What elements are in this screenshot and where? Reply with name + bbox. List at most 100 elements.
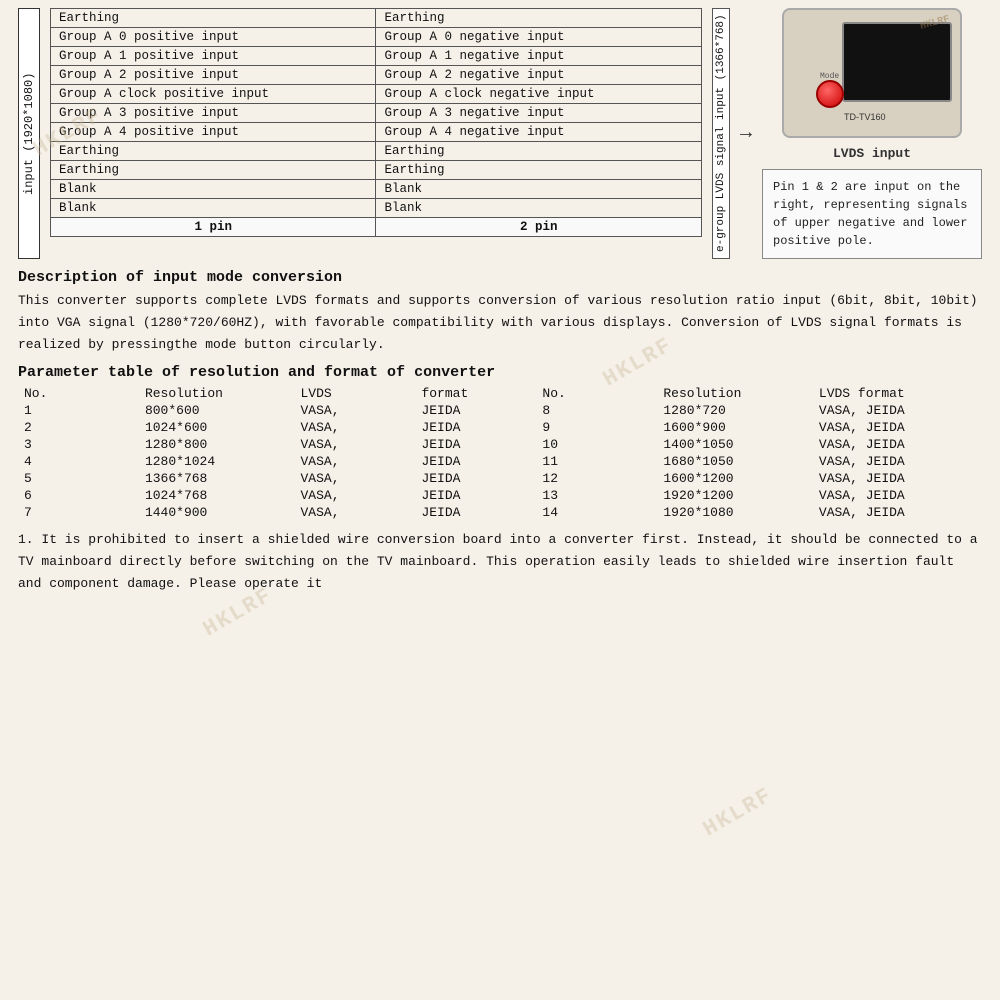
param-cell-2-5: 1400*1050 bbox=[657, 436, 813, 453]
pin-footer-col1: 1 pin bbox=[51, 218, 376, 237]
pin-table-row: Group A 4 positive inputGroup A 4 negati… bbox=[51, 123, 702, 142]
param-header-6: LVDS format bbox=[813, 385, 982, 402]
pin-cell-7-0: Earthing bbox=[51, 142, 376, 161]
param-data-row-2: 31280*800VASA,JEIDA101400*1050VASA, JEID… bbox=[18, 436, 982, 453]
param-header-0: No. bbox=[18, 385, 139, 402]
pin-table: EarthingEarthingGroup A 0 positive input… bbox=[50, 8, 702, 237]
pin-table-row: BlankBlank bbox=[51, 199, 702, 218]
param-cell-2-4: 10 bbox=[536, 436, 657, 453]
pin-table-row: EarthingEarthing bbox=[51, 161, 702, 180]
param-cell-5-5: 1920*1200 bbox=[657, 487, 813, 504]
pin-cell-3-1: Group A 2 negative input bbox=[376, 66, 702, 85]
param-cell-3-6: VASA, JEIDA bbox=[813, 453, 982, 470]
pin-table-row: Group A 3 positive inputGroup A 3 negati… bbox=[51, 104, 702, 123]
param-cell-2-0: 3 bbox=[18, 436, 139, 453]
pin-cell-4-0: Group A clock positive input bbox=[51, 85, 376, 104]
param-cell-2-3: JEIDA bbox=[415, 436, 536, 453]
device-illustration: HKLRF Mode TD-TV160 bbox=[782, 8, 962, 138]
param-cell-3-1: 1280*1024 bbox=[139, 453, 295, 470]
pin-cell-8-1: Earthing bbox=[376, 161, 702, 180]
pin-cell-7-1: Earthing bbox=[376, 142, 702, 161]
description-title: Description of input mode conversion bbox=[18, 269, 982, 286]
param-cell-3-3: JEIDA bbox=[415, 453, 536, 470]
device-model-label: TD-TV160 bbox=[844, 112, 886, 122]
param-cell-0-4: 8 bbox=[536, 402, 657, 419]
device-mode-text: Mode bbox=[820, 72, 839, 81]
param-cell-0-6: VASA, JEIDA bbox=[813, 402, 982, 419]
param-header-row: No.ResolutionLVDSformatNo.ResolutionLVDS… bbox=[18, 385, 982, 402]
pin-cell-10-1: Blank bbox=[376, 199, 702, 218]
param-header-5: Resolution bbox=[657, 385, 813, 402]
watermark-4: HKLRF bbox=[699, 783, 777, 843]
param-cell-0-3: JEIDA bbox=[415, 402, 536, 419]
param-cell-3-0: 4 bbox=[18, 453, 139, 470]
param-header-4: No. bbox=[536, 385, 657, 402]
param-cell-1-2: VASA, bbox=[295, 419, 416, 436]
param-cell-5-0: 6 bbox=[18, 487, 139, 504]
param-data-row-3: 41280*1024VASA,JEIDA111680*1050VASA, JEI… bbox=[18, 453, 982, 470]
param-cell-1-4: 9 bbox=[536, 419, 657, 436]
pin-footer-row: 1 pin 2 pin bbox=[51, 218, 702, 237]
description-body: This converter supports complete LVDS fo… bbox=[18, 290, 982, 356]
param-cell-6-4: 14 bbox=[536, 504, 657, 521]
param-cell-1-5: 1600*900 bbox=[657, 419, 813, 436]
device-button bbox=[816, 80, 844, 108]
pin-table-row: BlankBlank bbox=[51, 180, 702, 199]
parameter-table: No.ResolutionLVDSformatNo.ResolutionLVDS… bbox=[18, 385, 982, 521]
pin-cell-8-0: Earthing bbox=[51, 161, 376, 180]
lvds-signal-label: e-group LVDS signal input (1366*768) bbox=[712, 8, 730, 259]
pin-cell-9-1: Blank bbox=[376, 180, 702, 199]
pin-table-row: EarthingEarthing bbox=[51, 9, 702, 28]
device-screen bbox=[842, 22, 952, 102]
notes-text: 1. It is prohibited to insert a shielded… bbox=[18, 529, 982, 595]
param-cell-1-3: JEIDA bbox=[415, 419, 536, 436]
pin-cell-0-0: Earthing bbox=[51, 9, 376, 28]
param-data-row-4: 51366*768VASA,JEIDA121600*1200VASA, JEID… bbox=[18, 470, 982, 487]
param-data-row-6: 71440*900VASA,JEIDA141920*1080VASA, JEID… bbox=[18, 504, 982, 521]
param-cell-2-1: 1280*800 bbox=[139, 436, 295, 453]
param-cell-1-1: 1024*600 bbox=[139, 419, 295, 436]
param-cell-2-6: VASA, JEIDA bbox=[813, 436, 982, 453]
param-header-3: format bbox=[415, 385, 536, 402]
arrow-right: → bbox=[740, 122, 752, 145]
param-cell-1-6: VASA, JEIDA bbox=[813, 419, 982, 436]
pin-table-row: Group A clock positive inputGroup A cloc… bbox=[51, 85, 702, 104]
page-content: input (1920*1080) EarthingEarthingGroup … bbox=[0, 0, 1000, 604]
pin-table-row: Group A 2 positive inputGroup A 2 negati… bbox=[51, 66, 702, 85]
pin-table-row: Group A 0 positive inputGroup A 0 negati… bbox=[51, 28, 702, 47]
param-cell-6-6: VASA, JEIDA bbox=[813, 504, 982, 521]
note-box: Pin 1 & 2 are input on the right, repres… bbox=[762, 169, 982, 259]
param-cell-5-4: 13 bbox=[536, 487, 657, 504]
param-cell-4-4: 12 bbox=[536, 470, 657, 487]
pin-footer-col2: 2 pin bbox=[376, 218, 702, 237]
pin-cell-0-1: Earthing bbox=[376, 9, 702, 28]
pin-cell-2-1: Group A 1 negative input bbox=[376, 47, 702, 66]
pin-cell-10-0: Blank bbox=[51, 199, 376, 218]
lvds-input-label: LVDS input bbox=[833, 146, 911, 161]
param-cell-6-5: 1920*1080 bbox=[657, 504, 813, 521]
param-cell-4-2: VASA, bbox=[295, 470, 416, 487]
top-section: input (1920*1080) EarthingEarthingGroup … bbox=[18, 8, 982, 259]
param-cell-4-5: 1600*1200 bbox=[657, 470, 813, 487]
pin-table-row: Group A 1 positive inputGroup A 1 negati… bbox=[51, 47, 702, 66]
param-data-row-5: 61024*768VASA,JEIDA131920*1200VASA, JEID… bbox=[18, 487, 982, 504]
pin-cell-5-1: Group A 3 negative input bbox=[376, 104, 702, 123]
param-cell-0-1: 800*600 bbox=[139, 402, 295, 419]
param-cell-1-0: 2 bbox=[18, 419, 139, 436]
left-label: input (1920*1080) bbox=[18, 8, 40, 259]
param-cell-4-6: VASA, JEIDA bbox=[813, 470, 982, 487]
param-header-2: LVDS bbox=[295, 385, 416, 402]
param-cell-4-1: 1366*768 bbox=[139, 470, 295, 487]
param-cell-0-5: 1280*720 bbox=[657, 402, 813, 419]
param-cell-6-1: 1440*900 bbox=[139, 504, 295, 521]
param-cell-3-4: 11 bbox=[536, 453, 657, 470]
pin-cell-2-0: Group A 1 positive input bbox=[51, 47, 376, 66]
param-cell-5-2: VASA, bbox=[295, 487, 416, 504]
parameter-title: Parameter table of resolution and format… bbox=[18, 364, 982, 381]
param-data-row-0: 1800*600VASA,JEIDA81280*720VASA, JEIDA bbox=[18, 402, 982, 419]
param-data-row-1: 21024*600VASA,JEIDA91600*900VASA, JEIDA bbox=[18, 419, 982, 436]
param-header-1: Resolution bbox=[139, 385, 295, 402]
param-cell-4-3: JEIDA bbox=[415, 470, 536, 487]
pin-cell-3-0: Group A 2 positive input bbox=[51, 66, 376, 85]
param-cell-6-2: VASA, bbox=[295, 504, 416, 521]
